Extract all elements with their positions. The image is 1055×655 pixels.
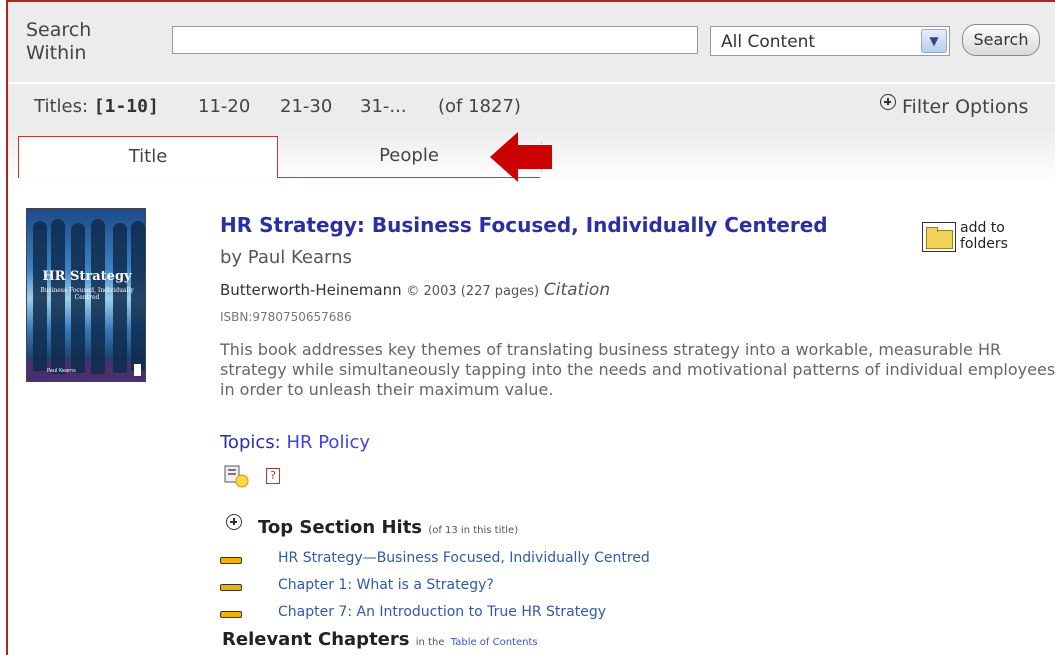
pub-details: © 2003 (227 pages) xyxy=(406,284,540,299)
search-input[interactable] xyxy=(172,26,698,54)
section-hit-link[interactable]: HR Strategy—Business Focused, Individual… xyxy=(278,550,650,566)
section-hit-link[interactable]: Chapter 7: An Introduction to True HR St… xyxy=(278,604,606,620)
pager-link-31-more[interactable]: 31-... xyxy=(360,96,407,117)
topics-line: Topics: HR Policy xyxy=(220,432,370,453)
topic-link[interactable]: HR Policy xyxy=(286,432,370,453)
pagination-row: Titles: [1-10] 11-20 21-30 31-... (of 18… xyxy=(8,84,1055,128)
tab-title[interactable]: Title xyxy=(18,136,278,178)
content-scope-select[interactable]: All Content ▼ xyxy=(710,26,950,56)
citation-link[interactable]: Citation xyxy=(544,280,610,300)
search-bar: Search Within All Content ▼ Search xyxy=(8,2,1055,82)
cover-publisher-mark xyxy=(134,364,141,376)
filter-options-label: Filter Options xyxy=(902,96,1029,118)
pager-total: (of 1827) xyxy=(438,96,521,117)
book-title-link[interactable]: HR Strategy: Business Focused, Individua… xyxy=(220,213,828,237)
search-button[interactable]: Search xyxy=(962,24,1040,56)
relevant-chapters-heading: Relevant Chapters xyxy=(222,629,410,650)
cover-subtitle: Business Focused, Individually Centred xyxy=(40,287,134,301)
search-within-label: Search Within xyxy=(26,19,92,64)
arrow-left-icon xyxy=(490,132,552,182)
top-section-hits-toggle[interactable]: Top Section Hits (of 13 in this title) xyxy=(226,514,518,538)
publication-line: Butterworth-Heinemann © 2003 (227 pages)… xyxy=(220,280,610,300)
pager-prefix: Titles: xyxy=(34,96,89,117)
section-hit[interactable]: HR Strategy—Business Focused, Individual… xyxy=(220,550,650,566)
section-hit[interactable]: Chapter 1: What is a Strategy? xyxy=(220,577,494,593)
top-section-hits-heading: Top Section Hits xyxy=(258,517,423,538)
section-marker-icon xyxy=(220,557,242,564)
table-of-contents-link[interactable]: Table of Contents xyxy=(451,637,538,648)
pager-current: [1-10] xyxy=(93,96,159,117)
publisher: Butterworth-Heinemann xyxy=(220,281,402,299)
book-description: This book addresses key themes of transl… xyxy=(220,340,1055,399)
results-panel: Search Within All Content ▼ Search Title… xyxy=(6,0,1055,655)
section-marker-icon xyxy=(220,611,242,618)
cover-title: HR Strategy xyxy=(42,269,132,284)
book-cover-image[interactable]: HR Strategy Business Focused, Individual… xyxy=(26,208,146,382)
relevant-note: in the xyxy=(415,637,445,648)
plus-circle-icon xyxy=(880,94,896,110)
pager-link-11-20[interactable]: 11-20 xyxy=(198,96,250,117)
book-author: by Paul Kearns xyxy=(220,247,352,268)
isbn: ISBN:9780750657686 xyxy=(220,310,352,324)
add-to-folders-label: add to folders xyxy=(960,220,1008,252)
topics-label: Topics: xyxy=(220,432,281,453)
folder-icon xyxy=(922,222,956,252)
pager-titles: Titles: [1-10] xyxy=(34,96,159,117)
folder-label-line-1: add to xyxy=(960,220,1005,236)
add-to-folders-button[interactable]: add to folders xyxy=(920,218,1040,258)
book-tools-icon[interactable] xyxy=(222,464,250,488)
cover-author: Paul Kearns xyxy=(47,368,76,374)
plus-circle-icon xyxy=(226,514,242,530)
filter-options-button[interactable]: Filter Options xyxy=(880,94,1028,118)
scope-selected-value: All Content xyxy=(721,32,816,52)
folder-label-line-2: folders xyxy=(960,236,1008,252)
section-marker-icon xyxy=(220,584,242,591)
section-hits-count: (of 13 in this title) xyxy=(428,525,519,536)
section-hit-link[interactable]: Chapter 1: What is a Strategy? xyxy=(278,577,494,593)
section-hit[interactable]: Chapter 7: An Introduction to True HR St… xyxy=(220,604,606,620)
chevron-down-icon[interactable]: ▼ xyxy=(921,29,947,53)
relevant-chapters: Relevant Chapters in the Table of Conten… xyxy=(222,629,538,650)
pager-link-21-30[interactable]: 21-30 xyxy=(280,96,332,117)
help-icon[interactable]: ? xyxy=(266,468,280,484)
